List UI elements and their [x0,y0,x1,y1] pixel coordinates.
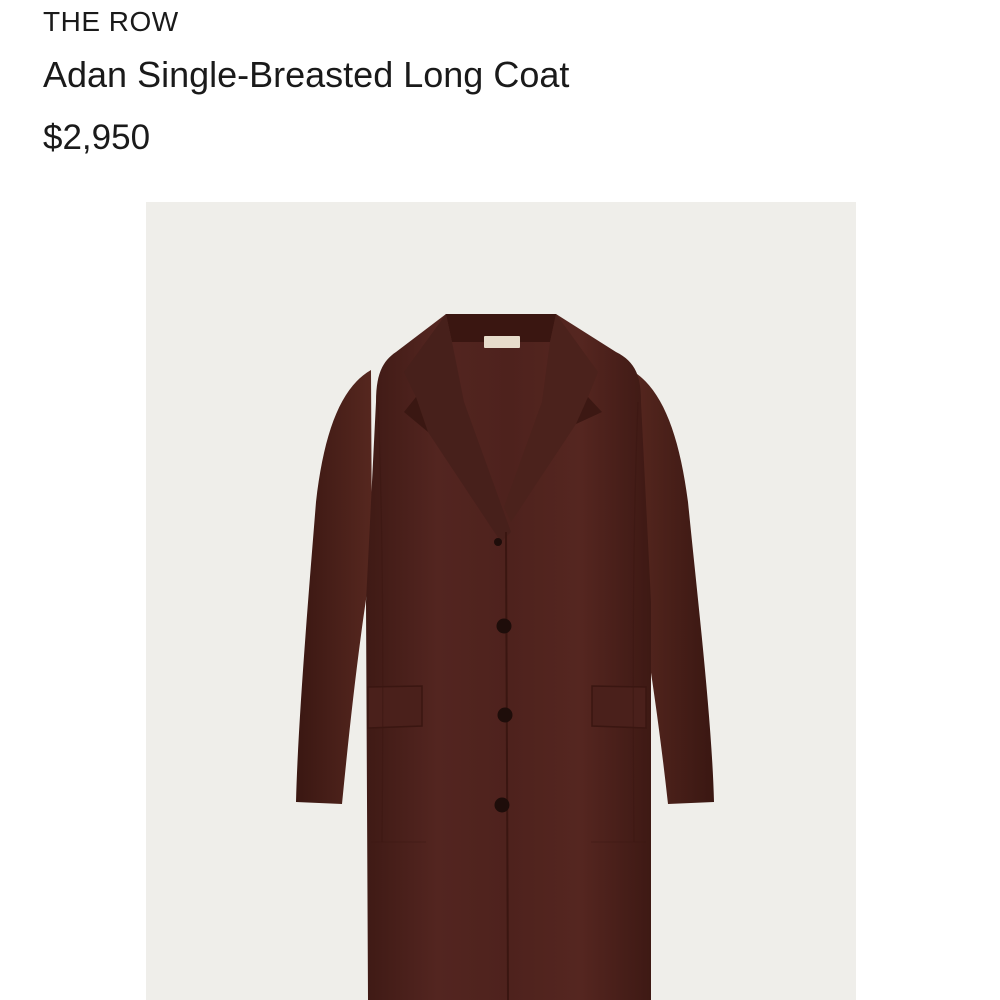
neck-label [484,336,520,348]
left-pocket-flap [367,685,423,729]
product-price: $2,950 [43,118,151,157]
button [496,618,512,634]
product-page: THE ROW Adan Single-Breasted Long Coat $… [0,0,1000,1000]
product-image[interactable] [146,202,856,1000]
brand-name[interactable]: THE ROW [43,4,179,40]
button [494,538,502,546]
left-sleeve [296,370,372,804]
coat-illustration [296,314,714,1000]
button [497,707,513,723]
right-pocket-flap [591,685,647,729]
product-title: Adan Single-Breasted Long Coat [43,54,570,95]
button [494,797,510,813]
